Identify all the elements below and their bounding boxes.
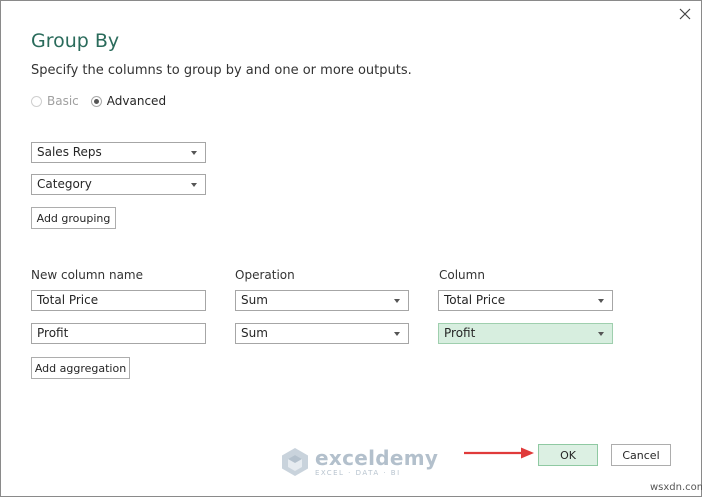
grouping-select-1[interactable]: Sales Reps xyxy=(31,142,206,163)
watermark-name: exceldemy xyxy=(315,445,439,470)
column-select-1[interactable]: Total Price xyxy=(438,290,613,311)
ok-button[interactable]: OK xyxy=(538,444,598,466)
close-icon[interactable] xyxy=(676,5,694,23)
radio-checked-icon xyxy=(90,95,102,107)
exceldemy-logo-icon xyxy=(282,448,308,476)
new-column-name-input-1[interactable]: Total Price xyxy=(31,290,206,311)
grouping-select-2-value: Category xyxy=(37,177,92,191)
grouping-select-1-value: Sales Reps xyxy=(37,145,102,159)
dialog-subtitle: Specify the columns to group by and one … xyxy=(31,63,412,78)
new-column-name-input-2[interactable]: Profit xyxy=(31,323,206,344)
header-operation: Operation xyxy=(235,268,295,282)
header-new-column-name: New column name xyxy=(31,268,144,282)
operation-select-2-value: Sum xyxy=(241,326,268,340)
dialog-title: Group By xyxy=(31,30,120,52)
chevron-down-icon xyxy=(598,299,604,303)
add-aggregation-button[interactable]: Add aggregation xyxy=(31,357,130,379)
mode-radio-group: Basic Advanced xyxy=(31,94,166,108)
chevron-down-icon xyxy=(191,183,197,187)
site-watermark: wsxdn.com xyxy=(650,482,702,493)
operation-select-1-value: Sum xyxy=(241,293,268,307)
header-column: Column xyxy=(439,268,485,282)
column-select-2-value: Profit xyxy=(444,326,476,340)
exceldemy-watermark: exceldemy EXCEL · DATA · BI xyxy=(281,447,438,477)
column-select-2[interactable]: Profit xyxy=(438,323,613,344)
red-arrow-icon xyxy=(464,447,534,459)
grouping-select-2[interactable]: Category xyxy=(31,174,206,195)
radio-basic-label: Basic xyxy=(47,94,79,108)
chevron-down-icon xyxy=(394,332,400,336)
add-grouping-button[interactable]: Add grouping xyxy=(31,207,116,229)
operation-select-1[interactable]: Sum xyxy=(235,290,409,311)
radio-basic[interactable]: Basic xyxy=(31,94,79,108)
watermark-tagline: EXCEL · DATA · BI xyxy=(315,468,401,477)
chevron-down-icon xyxy=(191,151,197,155)
radio-circle-icon xyxy=(31,95,42,107)
radio-advanced[interactable]: Advanced xyxy=(90,94,167,108)
column-select-1-value: Total Price xyxy=(444,293,506,307)
radio-advanced-label: Advanced xyxy=(106,94,167,108)
chevron-down-icon xyxy=(598,332,604,336)
operation-select-2[interactable]: Sum xyxy=(235,323,409,344)
chevron-down-icon xyxy=(394,299,400,303)
cancel-button[interactable]: Cancel xyxy=(611,444,671,466)
